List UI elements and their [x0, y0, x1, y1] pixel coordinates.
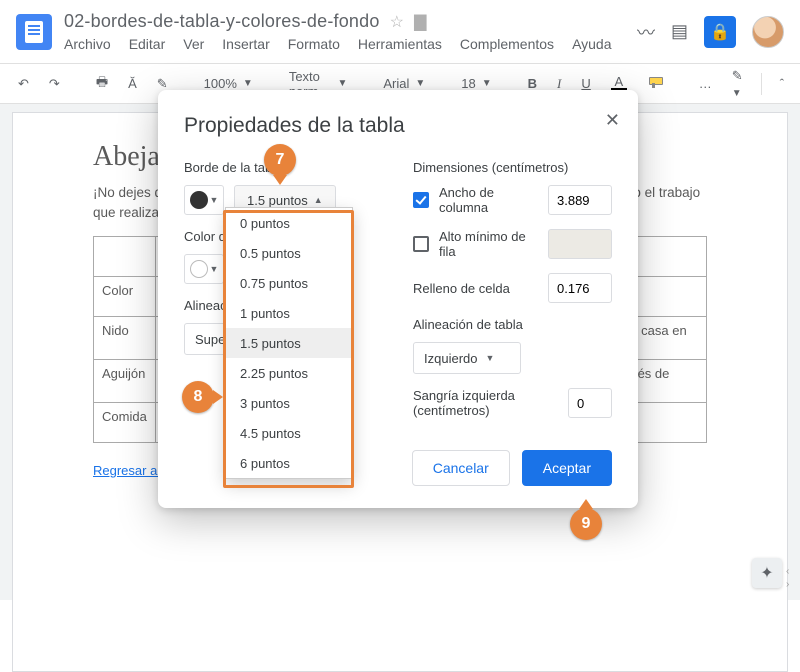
indent-label: Sangría izquierda (centímetros)	[413, 388, 558, 418]
table-align-label: Alineación de tabla	[413, 317, 612, 332]
table-align-select[interactable]: Izquierdo▼	[413, 342, 521, 374]
close-icon[interactable]: ✕	[605, 110, 620, 131]
dd-option[interactable]: 1 puntos	[226, 298, 352, 328]
row-height-checkbox[interactable]	[413, 236, 429, 252]
row-height-input[interactable]	[548, 229, 612, 259]
col-width-label: Ancho de columna	[439, 185, 538, 215]
callout-9: 9	[570, 508, 602, 540]
accept-button[interactable]: Aceptar	[522, 450, 612, 486]
dd-option[interactable]: 2.25 puntos	[226, 358, 352, 388]
dd-option[interactable]: 0.75 puntos	[226, 268, 352, 298]
dialog-title: Propiedades de la tabla	[184, 114, 612, 138]
border-color-picker[interactable]: ▼	[184, 185, 224, 215]
col-width-input[interactable]	[548, 185, 612, 215]
indent-input[interactable]	[568, 388, 612, 418]
dd-option[interactable]: 4.5 puntos	[226, 418, 352, 448]
border-width-dropdown: 0 puntos 0.5 puntos 0.75 puntos 1 puntos…	[225, 207, 353, 479]
dd-option-selected[interactable]: 1.5 puntos	[226, 328, 352, 358]
callout-7: 7	[264, 144, 296, 176]
col-width-checkbox[interactable]	[413, 192, 429, 208]
dd-option[interactable]: 6 puntos	[226, 448, 352, 478]
dd-option[interactable]: 0 puntos	[226, 208, 352, 238]
dimensions-label: Dimensiones (centímetros)	[413, 160, 612, 175]
bg-color-picker[interactable]: ▼	[184, 254, 224, 284]
dd-option[interactable]: 0.5 puntos	[226, 238, 352, 268]
padding-label: Relleno de celda	[413, 281, 538, 296]
padding-input[interactable]	[548, 273, 612, 303]
callout-8: 8	[182, 381, 214, 413]
cancel-button[interactable]: Cancelar	[412, 450, 510, 486]
row-height-label: Alto mínimo de fila	[439, 229, 538, 259]
dd-option[interactable]: 3 puntos	[226, 388, 352, 418]
